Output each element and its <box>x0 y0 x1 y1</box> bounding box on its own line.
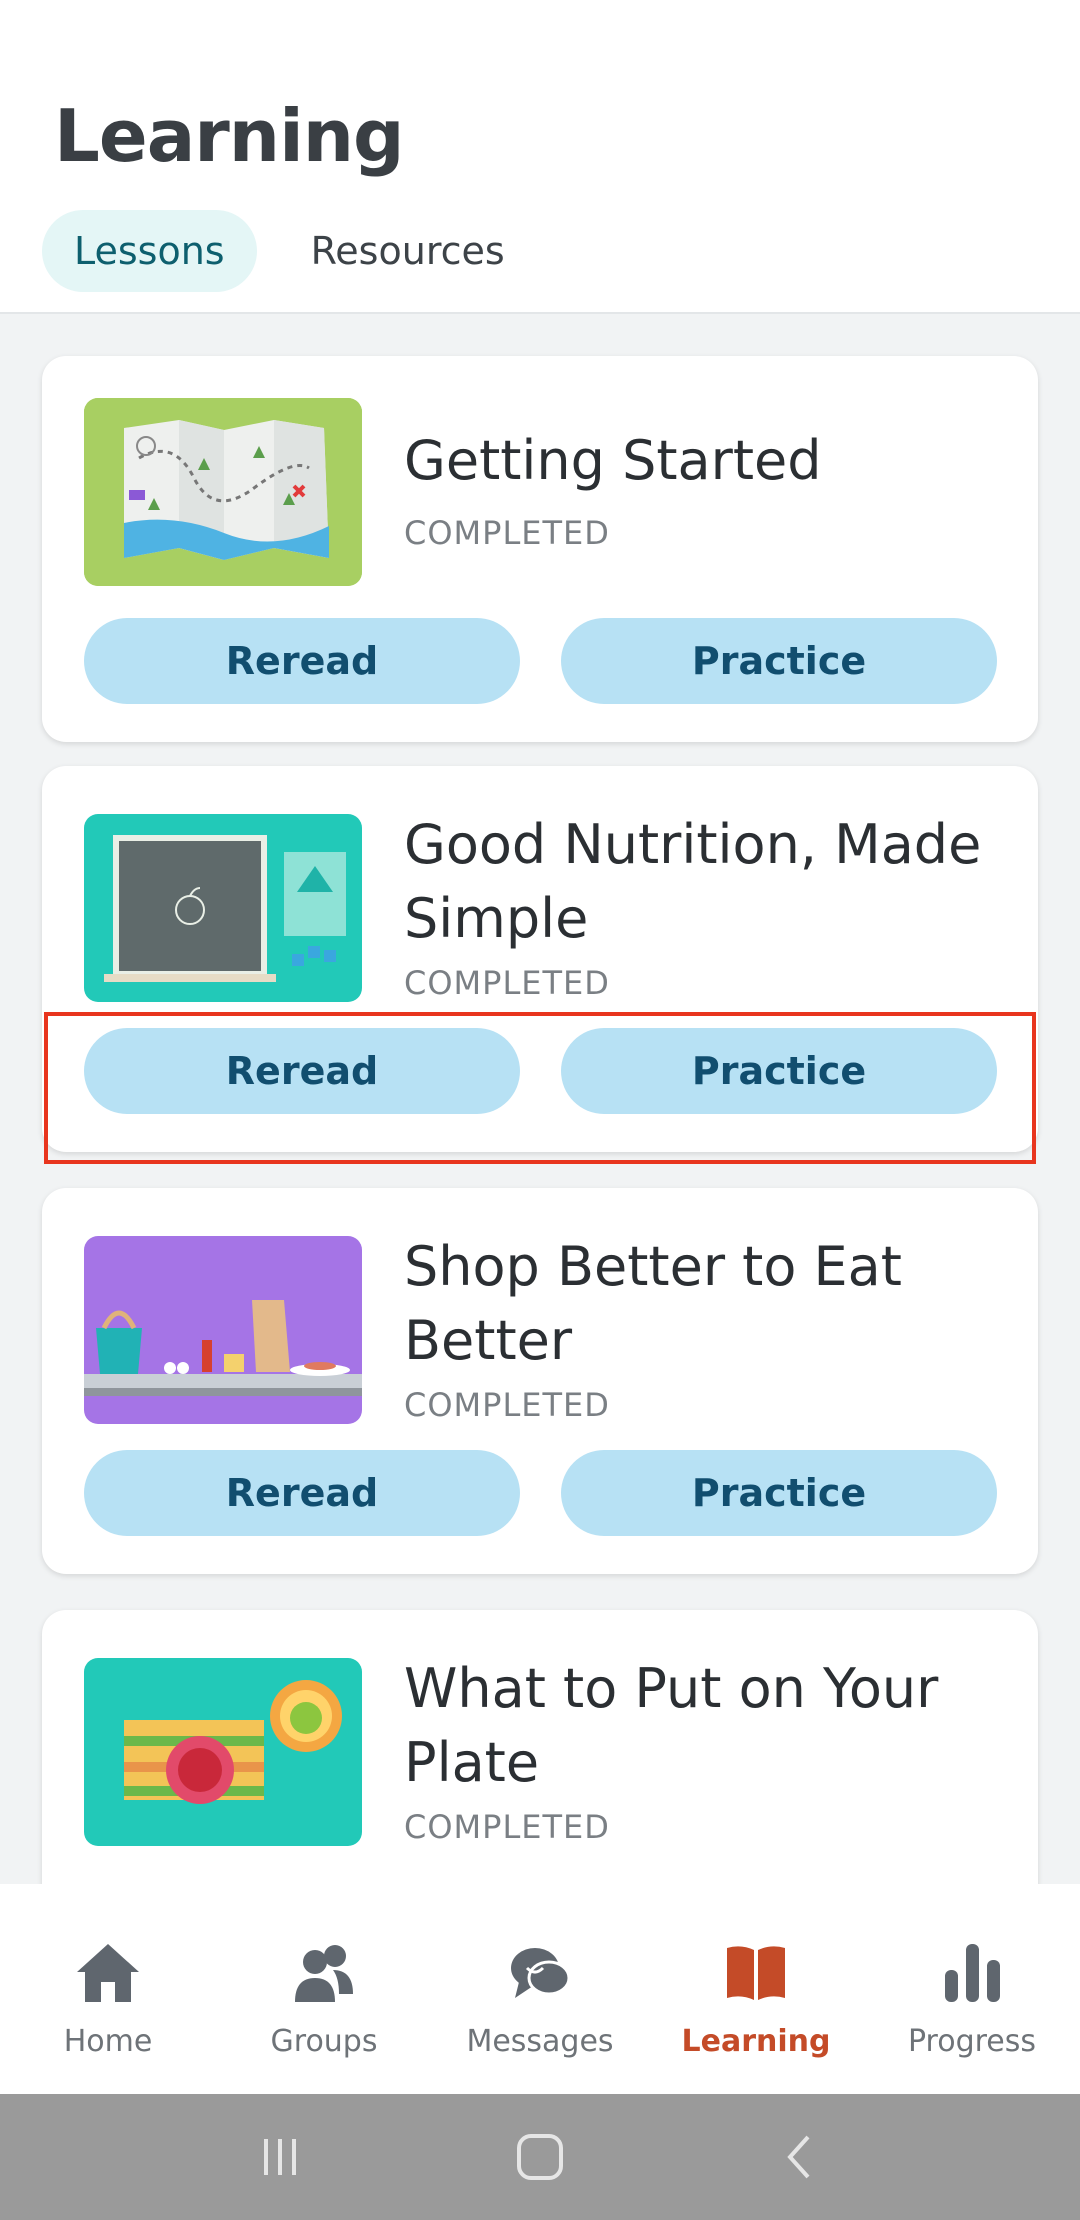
reread-button[interactable]: Reread <box>84 618 520 704</box>
lesson-status: COMPLETED <box>404 514 610 552</box>
lesson-status: COMPLETED <box>404 964 610 1002</box>
nav-groups[interactable]: Groups <box>216 1884 432 2094</box>
page-title: Learning <box>54 94 405 178</box>
nav-label: Home <box>63 2024 153 2059</box>
bar-chart-icon <box>945 1944 1000 2002</box>
lesson-status: COMPLETED <box>404 1808 610 1846</box>
nav-learning[interactable]: Learning <box>648 1884 864 2094</box>
system-nav-bar <box>0 2094 1080 2220</box>
recent-apps-icon[interactable] <box>250 2127 310 2187</box>
practice-button[interactable]: Practice <box>561 1450 997 1536</box>
tab-resources[interactable]: Resources <box>279 210 537 292</box>
tab-bar: Lessons Resources <box>42 210 559 292</box>
nav-label: Learning <box>681 2024 831 2059</box>
bottom-nav: Home Groups Messages Learning Progress <box>0 1884 1080 2094</box>
lesson-card-what-to-put-on-plate: What to Put on Your Plate COMPLETED <box>42 1610 1038 1884</box>
nav-label: Progress <box>907 2024 1037 2059</box>
grocery-shelf-image <box>84 1236 362 1424</box>
lesson-title: Getting Started <box>404 429 822 492</box>
reread-button[interactable]: Reread <box>84 1450 520 1536</box>
lesson-card-getting-started: Getting Started COMPLETED Reread Practic… <box>42 356 1038 742</box>
lesson-card-shop-better: Shop Better to Eat Better COMPLETED Rere… <box>42 1188 1038 1574</box>
home-button-icon[interactable] <box>510 2127 570 2187</box>
book-icon <box>727 1946 785 2000</box>
lesson-title: Good Nutrition, Made Simple <box>404 813 982 950</box>
lesson-title: Shop Better to Eat Better <box>404 1235 902 1372</box>
messages-icon <box>511 1948 571 1998</box>
food-plate-image <box>84 1658 362 1846</box>
home-icon <box>77 1944 139 2002</box>
tab-lessons[interactable]: Lessons <box>42 210 257 292</box>
highlight-box <box>44 1012 1036 1164</box>
chalkboard-image <box>84 814 362 1002</box>
nav-messages[interactable]: Messages <box>432 1884 648 2094</box>
nav-label: Groups <box>270 2024 378 2059</box>
app-header: Learning Lessons Resources <box>0 0 1080 314</box>
nav-label: Messages <box>466 2024 614 2059</box>
back-icon[interactable] <box>770 2127 830 2187</box>
treasure-map-image <box>84 398 362 586</box>
groups-icon <box>295 1945 353 2002</box>
lesson-status: COMPLETED <box>404 1386 610 1424</box>
lesson-title: What to Put on Your Plate <box>404 1657 939 1794</box>
nav-home[interactable]: Home <box>0 1884 216 2094</box>
practice-button[interactable]: Practice <box>561 618 997 704</box>
nav-progress[interactable]: Progress <box>864 1884 1080 2094</box>
